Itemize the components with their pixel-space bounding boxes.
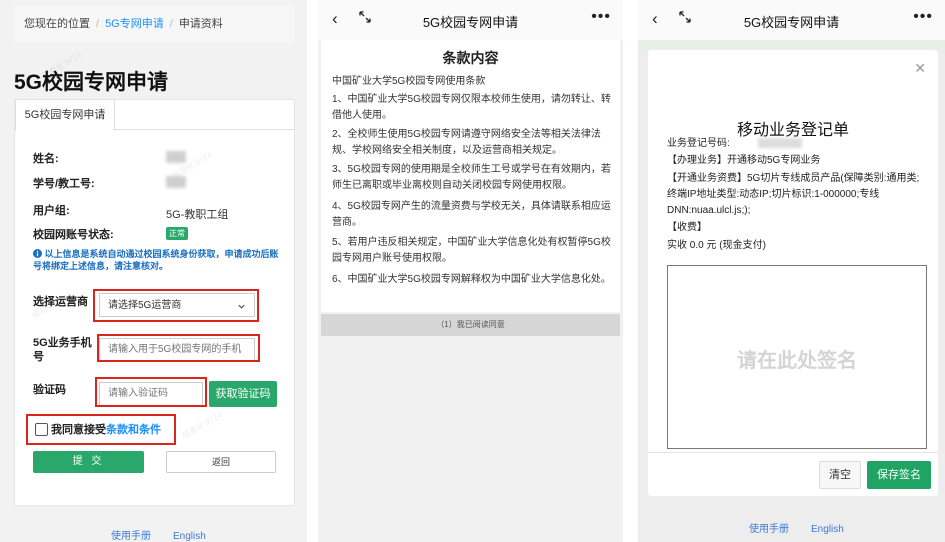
footer-links: 使用手册 English	[749, 520, 844, 535]
notice-text: 以上信息是系统自动通过校园系统身份获取，申请成功后账号将绑定上述信息，请注意核对…	[33, 248, 283, 272]
terms-content: 条款内容 中国矿业大学5G校园专网使用条款 1、中国矿业大学5G校园专网仅限本校…	[321, 40, 620, 312]
header-title: 5G校园专网申请	[422, 15, 519, 30]
read-agree-button[interactable]: （1）我已阅读同意	[321, 314, 620, 336]
fee-item-line: 【开通业务资费】5G切片专线成员产品(保障类别:通用类;终端IP地址类型:动态I…	[667, 173, 920, 216]
phone-label: 5G业务手机号	[33, 337, 92, 363]
id-value-redacted	[166, 176, 186, 188]
info-icon	[33, 249, 42, 258]
status-label: 校园网账号状态:	[33, 229, 114, 241]
mobile-header: ‹ 5G校园专网申请 •••	[318, 0, 623, 40]
operator-highlight	[93, 289, 259, 322]
get-code-button[interactable]: 获取验证码	[209, 381, 277, 407]
signature-placeholder: 请在此处签名	[737, 350, 857, 372]
id-label: 学号/教工号:	[33, 178, 95, 190]
name-label: 姓名:	[33, 153, 59, 165]
manual-link[interactable]: 使用手册	[749, 524, 789, 535]
breadcrumb-link-5g[interactable]: 5G专网申请	[105, 18, 164, 30]
group-label: 用户组:	[33, 205, 70, 217]
signature-pad[interactable]: 请在此处签名	[667, 265, 927, 449]
fee-label: 【收费】	[667, 222, 707, 233]
breadcrumb-location: 您现在的位置	[24, 18, 90, 30]
english-link[interactable]: English	[173, 531, 206, 542]
business-line: 【办理业务】开通移动5G专网业务	[667, 155, 821, 166]
terms-subheading: 中国矿业大学5G校园专网使用条款	[332, 76, 486, 87]
english-link[interactable]: English	[811, 524, 844, 535]
more-dots-icon[interactable]: •••	[913, 8, 933, 26]
footer-links: 使用手册 English	[111, 527, 206, 542]
terms-panel: ‹ 5G校园专网申请 ••• 条款内容 中国矿业大学5G校园专网使用条款 1、中…	[318, 0, 623, 542]
phone-highlight	[97, 334, 260, 362]
register-modal: ✕ 移动业务登记单 业务登记号码: 【办理业务】开通移动5G专网业务 【开通业务…	[648, 50, 938, 496]
code-highlight	[95, 377, 207, 407]
mobile-header: ‹ 5G校园专网申请 •••	[638, 0, 945, 40]
status-badge: 正常	[166, 227, 188, 240]
header-title: 5G校园专网申请	[743, 15, 840, 30]
group-value: 5G-教职工组	[166, 209, 229, 221]
register-panel: ‹ 5G校园专网申请 ••• ✕ 移动业务登记单 业务登记号码: 【办理业务】开…	[638, 0, 945, 542]
terms-item: 1、中国矿业大学5G校园专网仅限本校师生使用，请勿转让、转借他人使用。	[332, 94, 611, 121]
code-label: 验证码	[33, 384, 66, 396]
back-button[interactable]: 返回	[166, 451, 276, 473]
terms-item: 6、中国矿业大学5G校园专网解释权为中国矿业大学信息化处。	[332, 274, 611, 285]
terms-heading: 条款内容	[442, 50, 499, 66]
terms-item: 3、5G校园专网的使用期是全校师生工号或学号在有效期内，若师生已离职或毕业离校则…	[332, 164, 611, 191]
operator-label: 选择运营商	[33, 296, 88, 308]
submit-button[interactable]: 提 交	[33, 451, 144, 473]
breadcrumb: 您现在的位置/5G专网申请 / 申请资料	[14, 6, 294, 42]
more-dots-icon[interactable]: •••	[591, 8, 611, 26]
terms-item: 4、5G校园专网产生的流量资费与学校无关，具体请联系相应运营商。	[332, 201, 611, 228]
name-value-redacted	[166, 151, 186, 163]
form-card: 5G校园专网申请 姓名: 学号/教工号: 用户组: 5G-教职工组 校园网账号状…	[14, 99, 295, 506]
close-icon[interactable]: ✕	[914, 60, 926, 77]
tab-5g-apply[interactable]: 5G校园专网申请	[15, 99, 115, 131]
notice-body: 以上信息是系统自动通过校园系统身份获取，申请成功后账号将绑定上述信息，请注意核对…	[33, 249, 279, 271]
manual-link[interactable]: 使用手册	[111, 531, 151, 542]
breadcrumb-current: 申请资料	[178, 18, 223, 30]
reg-no-redacted	[758, 138, 802, 148]
terms-item: 5、若用户违反相关规定，中国矿业大学信息化处有权暂停5G校园专网用户账号使用权限…	[332, 237, 611, 264]
agree-highlight	[26, 414, 176, 445]
clear-button[interactable]: 清空	[819, 461, 861, 489]
application-form-panel: 您现在的位置/5G专网申请 / 申请资料 5G校园专网申请 5G校园专网申请 姓名:…	[0, 0, 307, 542]
fee-value: 实收 0.0 元 (现金支付)	[667, 240, 766, 251]
terms-item: 2、全校师生使用5G校园专网请遵守网络安全法等相关法律法规、学校网络安全相关制度…	[332, 129, 601, 156]
save-signature-button[interactable]: 保存签名	[867, 461, 931, 489]
page-title: 5G校园专网申请	[14, 71, 169, 94]
